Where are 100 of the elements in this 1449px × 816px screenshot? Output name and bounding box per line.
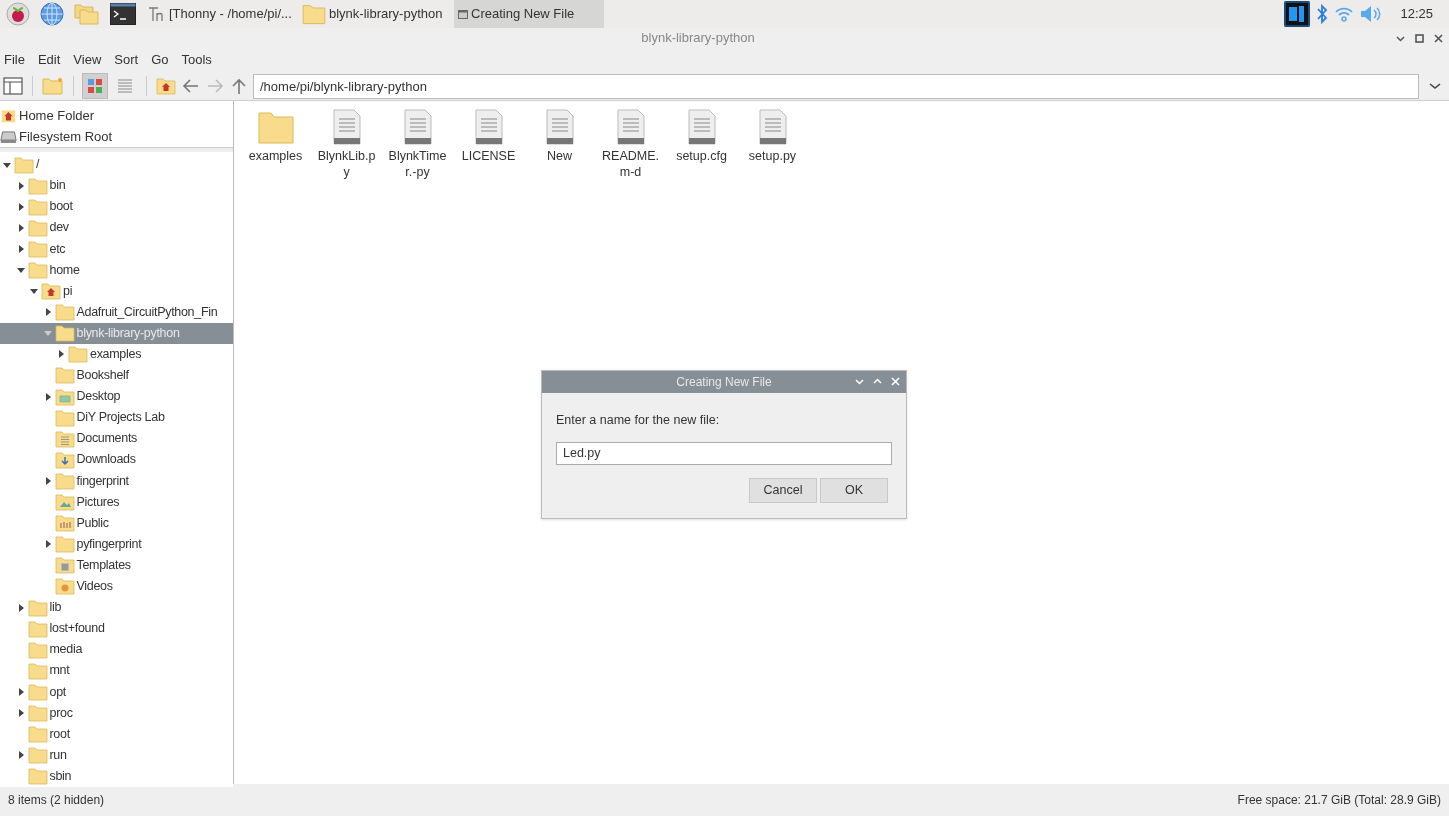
expanded-arrow-icon [3, 160, 11, 169]
menu-item[interactable]: Edit [37, 50, 61, 70]
document-entry[interactable]: BlynkTimer.-py [386, 109, 449, 180]
tree-item[interactable]: Bookshelf [0, 364, 233, 387]
folder-icon [27, 660, 48, 681]
tree-item[interactable]: pi [0, 280, 233, 302]
collapsed-arrow-icon [16, 751, 25, 760]
free-space-text: Free space: 21.7 GiB (Total: 28.9 GiB) [1237, 792, 1441, 809]
tree-item[interactable]: examples [0, 343, 233, 365]
tree-item[interactable]: home [0, 259, 233, 281]
dialog-button[interactable]: OK [820, 477, 888, 503]
menu-item[interactable]: Go [151, 50, 169, 70]
tree-item[interactable]: Pictures [0, 491, 233, 513]
view-mode-button[interactable] [82, 73, 108, 99]
tree-item[interactable]: Downloads [0, 449, 233, 471]
maximize-icon[interactable] [1415, 33, 1424, 43]
downloads-folder-icon [54, 449, 75, 470]
tree-item[interactable]: opt [0, 681, 233, 703]
text-file-icon [403, 109, 432, 145]
folder-entry[interactable]: examples [244, 109, 307, 164]
folder-icon [68, 344, 88, 365]
tree-item[interactable]: lib [0, 596, 233, 619]
document-entry[interactable]: BlynkLib.py [315, 109, 378, 180]
taskbar-button[interactable]: Creating New File [454, 0, 604, 28]
window-title: blynk-library-python [640, 29, 756, 48]
collapsed-arrow-icon [16, 244, 25, 253]
folder-icon [54, 407, 75, 428]
text-file-icon [474, 109, 503, 145]
places-item[interactable]: Filesystem Root [0, 126, 233, 147]
videos-folder-icon [54, 576, 75, 597]
close-icon[interactable] [1434, 33, 1443, 43]
tree-item[interactable]: Documents [0, 428, 233, 450]
text-file-icon [332, 109, 361, 145]
minimize-icon[interactable] [1396, 33, 1405, 43]
folder-icon [14, 154, 34, 175]
raspberry-icon[interactable] [6, 2, 30, 26]
tree-item[interactable]: fingerprint [0, 470, 233, 492]
taskbar-button[interactable]: blynk-library-python [298, 0, 448, 28]
back-arrow-icon[interactable] [181, 77, 201, 95]
folder-icon [54, 470, 75, 491]
tree-item[interactable]: etc [0, 238, 233, 260]
document-entry[interactable]: setup.cfg [670, 109, 733, 164]
expanded-arrow-icon [16, 266, 25, 274]
wifi-icon[interactable] [1334, 5, 1355, 23]
tree-item[interactable]: bin [0, 175, 233, 197]
maximize-icon[interactable] [873, 377, 882, 386]
document-entry[interactable]: README.m-d [599, 109, 662, 180]
menu-item[interactable]: Sort [114, 50, 139, 70]
folder-icon [54, 323, 75, 344]
collapsed-arrow-icon [16, 223, 25, 232]
tree-item[interactable]: lost+found [0, 618, 233, 640]
status-text: 8 items (2 hidden) [8, 792, 105, 809]
tree-item[interactable]: sbin [0, 765, 233, 787]
tree-item[interactable]: Public [0, 512, 233, 534]
document-entry[interactable]: setup.py [741, 109, 804, 164]
folder-icon [27, 196, 48, 217]
document-entry[interactable]: LICENSE [457, 109, 520, 164]
templates-folder-icon [54, 555, 75, 576]
volume-icon[interactable] [1360, 5, 1383, 23]
dialog-prompt: Enter a name for the new file: [556, 412, 721, 429]
tree-item[interactable]: mnt [0, 660, 233, 682]
folder-icon [27, 175, 48, 196]
tree-item[interactable]: boot [0, 196, 233, 218]
tree-item[interactable]: pyfingerprint [0, 533, 233, 555]
folder-icon [27, 260, 48, 280]
file-name-field[interactable]: Led.py [556, 441, 892, 465]
terminal-icon[interactable] [110, 3, 136, 25]
globe-icon[interactable] [40, 2, 64, 26]
path-field[interactable]: /home/pi/blynk-library-python [253, 73, 1419, 99]
text-file-icon [687, 109, 716, 145]
folder-icon [27, 639, 48, 660]
tree-item[interactable]: run [0, 744, 233, 766]
tree-item[interactable]: Videos [0, 575, 233, 597]
menu-item[interactable]: File [4, 50, 25, 70]
document-entry[interactable]: New [528, 109, 591, 164]
collapsed-arrow-icon [43, 476, 52, 485]
places-item[interactable]: Home Folder [0, 105, 233, 126]
icon-view-icon [86, 77, 104, 95]
folder-icon [27, 681, 48, 702]
tree-item[interactable]: Templates [0, 554, 233, 576]
folder-icon [256, 109, 295, 145]
collapsed-arrow-icon [16, 687, 25, 696]
tree-item[interactable]: Desktop [0, 386, 233, 408]
tree-item[interactable]: Adafruit_CircuitPython_Fin [0, 301, 233, 323]
dialog-button[interactable]: Cancel [749, 477, 817, 503]
menu-item[interactable]: Tools [181, 50, 212, 70]
tree-item[interactable]: proc [0, 702, 233, 724]
tree-item[interactable]: root [0, 723, 233, 745]
home-icon[interactable] [155, 76, 177, 96]
side-pane-icon[interactable] [2, 75, 24, 97]
tree-item[interactable]: / [0, 154, 233, 176]
taskbar-button[interactable]: [Thonny - /home/pi/... [144, 0, 292, 28]
tree-item[interactable]: media [0, 639, 233, 661]
tree-item[interactable]: DiY Projects Lab [0, 407, 233, 429]
bluetooth-icon[interactable] [1316, 4, 1329, 24]
menu-item[interactable]: View [73, 50, 102, 70]
folder-icon [54, 534, 75, 555]
tree-item[interactable]: dev [0, 217, 233, 239]
collapsed-arrow-icon [43, 308, 52, 317]
minimize-icon[interactable] [855, 377, 864, 386]
